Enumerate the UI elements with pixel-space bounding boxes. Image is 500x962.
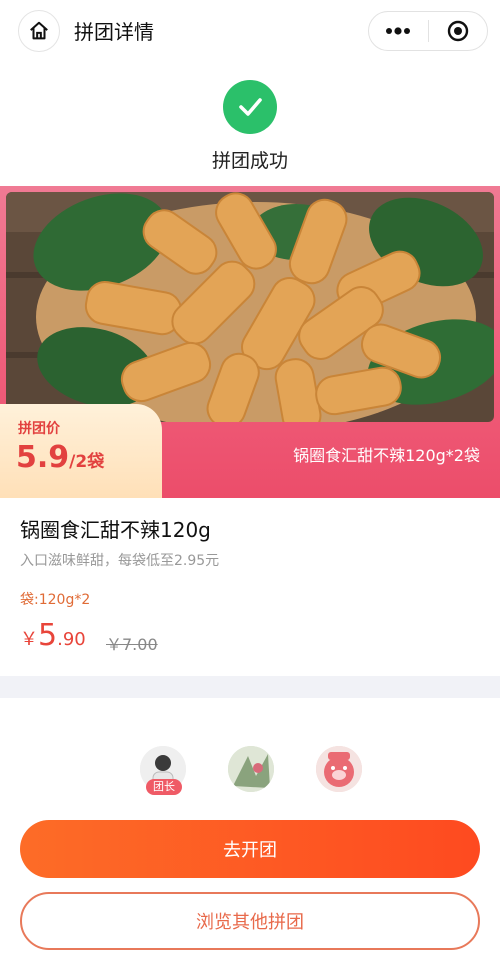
capsule-menu (368, 11, 488, 51)
food-photo (6, 192, 494, 422)
banner-caption: 锅圈食汇甜不辣120g*2袋 (293, 446, 480, 465)
nav-bar: 拼团详情 (0, 0, 500, 64)
group-price-value: 5.9 (16, 440, 70, 475)
success-check-icon (223, 80, 277, 134)
product-price: ￥5.90 (20, 618, 86, 653)
start-group-button[interactable]: 去开团 (20, 820, 480, 878)
home-icon (30, 21, 48, 40)
section-divider (0, 676, 500, 698)
check-icon (239, 98, 262, 116)
original-price: ￥7.00 (106, 635, 158, 654)
price-integer: 5 (38, 618, 58, 653)
product-name: 锅圈食汇甜不辣120g (20, 518, 211, 542)
product-image[interactable] (6, 192, 494, 422)
product-spec: 袋:120g*2 (20, 592, 91, 608)
group-price-unit: /2袋 (69, 452, 105, 472)
price-currency: ￥ (20, 629, 38, 650)
home-button[interactable] (18, 10, 60, 52)
browse-groups-button[interactable]: 浏览其他拼团 (20, 892, 480, 950)
target-circle-icon (447, 20, 468, 42)
product-description: 入口滋味鲜甜，每袋低至2.95元 (20, 553, 220, 569)
avatar-member[interactable] (316, 746, 362, 792)
status-text: 拼团成功 (211, 150, 288, 172)
group-price-label: 拼团价 (18, 421, 60, 437)
more-dots-icon (386, 27, 411, 35)
more-button[interactable] (369, 12, 428, 50)
avatar-member[interactable] (228, 746, 274, 792)
leader-badge: 团长 (146, 779, 182, 795)
page-title: 拼团详情 (74, 20, 154, 44)
group-price-tag: 拼团价 5.9/2袋 (0, 404, 162, 498)
group-price: 5.9/2袋 (16, 440, 104, 475)
close-button[interactable] (428, 12, 487, 50)
price-decimal: .90 (57, 629, 86, 650)
